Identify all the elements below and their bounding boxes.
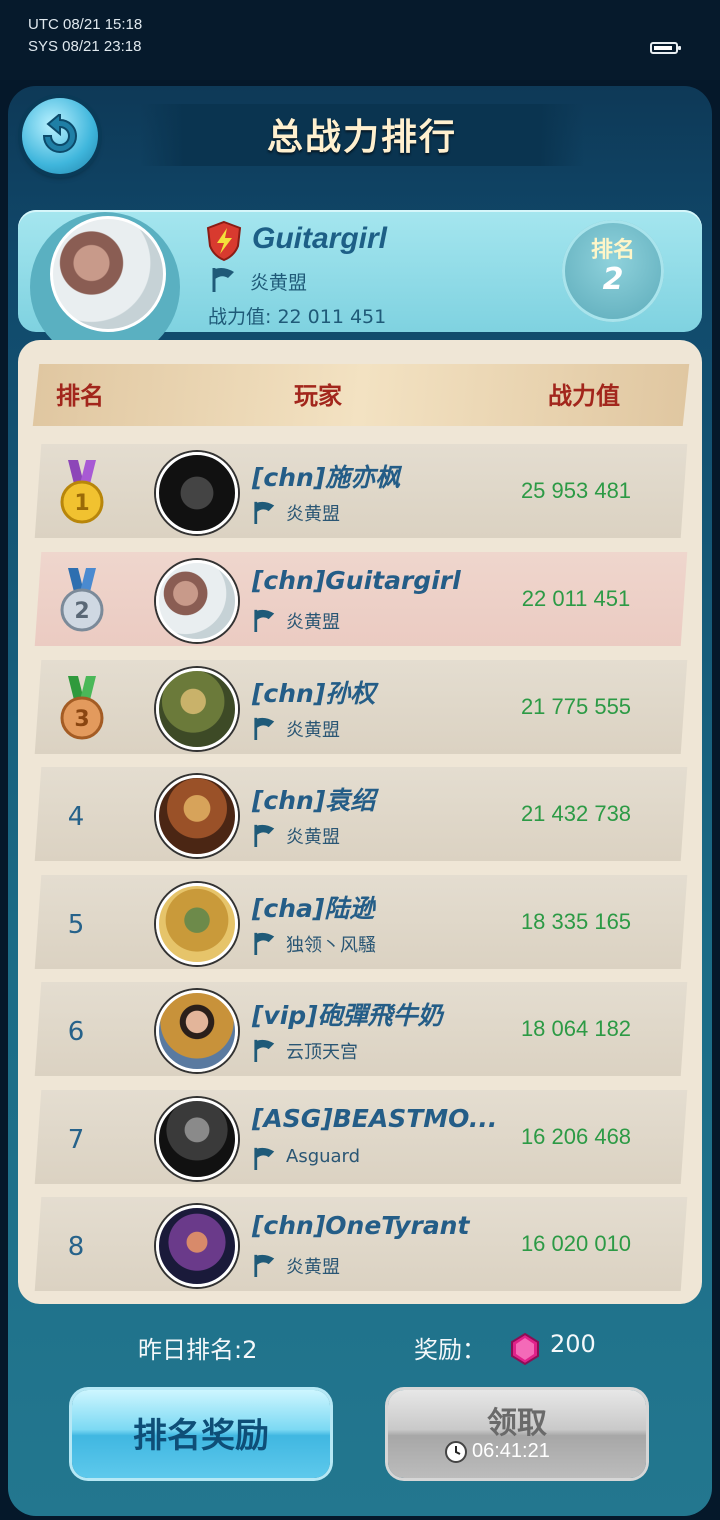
rank-number: 6: [67, 1017, 85, 1047]
avatar[interactable]: [156, 775, 238, 857]
alliance-flag-icon: [254, 501, 275, 524]
player-power: 18 064 182: [520, 1016, 632, 1041]
player-name: [chn]袁绍: [252, 786, 376, 815]
player-power: 21 775 555: [520, 694, 632, 719]
player-alliance: Asguard: [286, 1146, 361, 1167]
back-arrow-icon: [42, 114, 77, 153]
header-rank: 排名: [56, 382, 104, 410]
player-alliance: 独领丶风騷: [286, 935, 376, 956]
bronze-medal-icon: 3: [60, 676, 104, 740]
svg-text:2: 2: [74, 599, 89, 624]
avatar[interactable]: [156, 560, 238, 642]
status-bar: UTC 08/21 15:18 SYS 08/21 23:18: [0, 0, 720, 80]
alliance-flag-icon: [254, 1254, 275, 1277]
player-name: [cha]陆逊: [252, 894, 375, 923]
alliance-flag-icon: [254, 609, 275, 632]
rank-number: 5: [67, 910, 85, 940]
player-power: 21 432 738: [520, 801, 632, 826]
player-alliance: 炎黄盟: [286, 720, 340, 741]
sys-time: SYS 08/21 23:18: [28, 38, 142, 55]
utc-time: UTC 08/21 15:18: [28, 16, 143, 33]
clock-icon: [445, 1441, 467, 1463]
my-rank-label: 排名: [590, 238, 635, 263]
my-name: Guitargirl: [252, 222, 388, 255]
player-name: [chn]OneTyrant: [252, 1211, 470, 1240]
header-player: 玩家: [294, 382, 342, 410]
page-title: 总战力排行: [266, 117, 457, 158]
player-power: 16 020 010: [520, 1231, 632, 1256]
alliance-flag-icon: [254, 1039, 275, 1062]
alliance-flag-icon: [254, 717, 275, 740]
player-alliance: 炎黄盟: [286, 612, 340, 633]
battery-icon: [650, 42, 681, 54]
avatar[interactable]: [156, 1205, 238, 1287]
avatar[interactable]: [156, 668, 238, 750]
rank-number: 7: [67, 1125, 85, 1155]
claim-label: 领取: [487, 1406, 547, 1441]
player-alliance: 炎黄盟: [286, 1257, 340, 1278]
header-power: 战力值: [548, 382, 620, 410]
vip-shield-icon: [206, 220, 242, 262]
avatar[interactable]: [156, 990, 238, 1072]
my-avatar[interactable]: [50, 216, 166, 332]
rank-reward-button[interactable]: 排名奖励: [72, 1390, 330, 1478]
rank-reward-label: 排名奖励: [133, 1416, 269, 1456]
alliance-flag-icon: [254, 932, 275, 955]
player-name: [ASG]BEASTMO...: [252, 1104, 498, 1133]
player-power: 22 011 451: [521, 586, 631, 611]
player-power: 18 335 165: [520, 909, 632, 934]
rank-number: 8: [67, 1232, 85, 1262]
gem-icon: [511, 1332, 539, 1366]
player-name: [chn]孙权: [252, 679, 376, 708]
reward-label: 奖励：: [414, 1336, 486, 1364]
player-power: 16 206 468: [520, 1124, 632, 1149]
svg-text:3: 3: [74, 707, 89, 732]
player-alliance: 云顶天宫: [286, 1042, 358, 1063]
back-button[interactable]: [22, 98, 98, 174]
rank-number: 4: [67, 802, 85, 832]
avatar[interactable]: [156, 452, 238, 534]
silver-medal-icon: 2: [60, 568, 104, 632]
player-power: 25 953 481: [520, 478, 632, 503]
alliance-flag-icon: [254, 824, 275, 847]
alliance-flag-icon: [212, 268, 234, 292]
gold-medal-icon: 1: [60, 460, 104, 524]
player-name: [vip]砲彈飛牛奶: [252, 1001, 443, 1030]
my-power: 战力值: 22 011 451: [208, 306, 387, 328]
yesterday-rank: 昨日排名:2: [138, 1336, 258, 1364]
player-alliance: 炎黄盟: [286, 827, 340, 848]
reward-amount: 200: [550, 1330, 596, 1358]
player-name: [chn]Guitargirl: [252, 566, 461, 595]
my-alliance: 炎黄盟: [250, 272, 308, 294]
avatar[interactable]: [156, 1098, 238, 1180]
claim-timer: 06:41:21: [472, 1440, 550, 1462]
avatar[interactable]: [156, 883, 238, 965]
alliance-flag-icon: [254, 1147, 275, 1170]
my-rank-value: 2: [602, 262, 624, 297]
player-name: [chn]施亦枫: [252, 463, 401, 492]
player-alliance: 炎黄盟: [286, 504, 340, 525]
svg-text:1: 1: [74, 491, 89, 516]
